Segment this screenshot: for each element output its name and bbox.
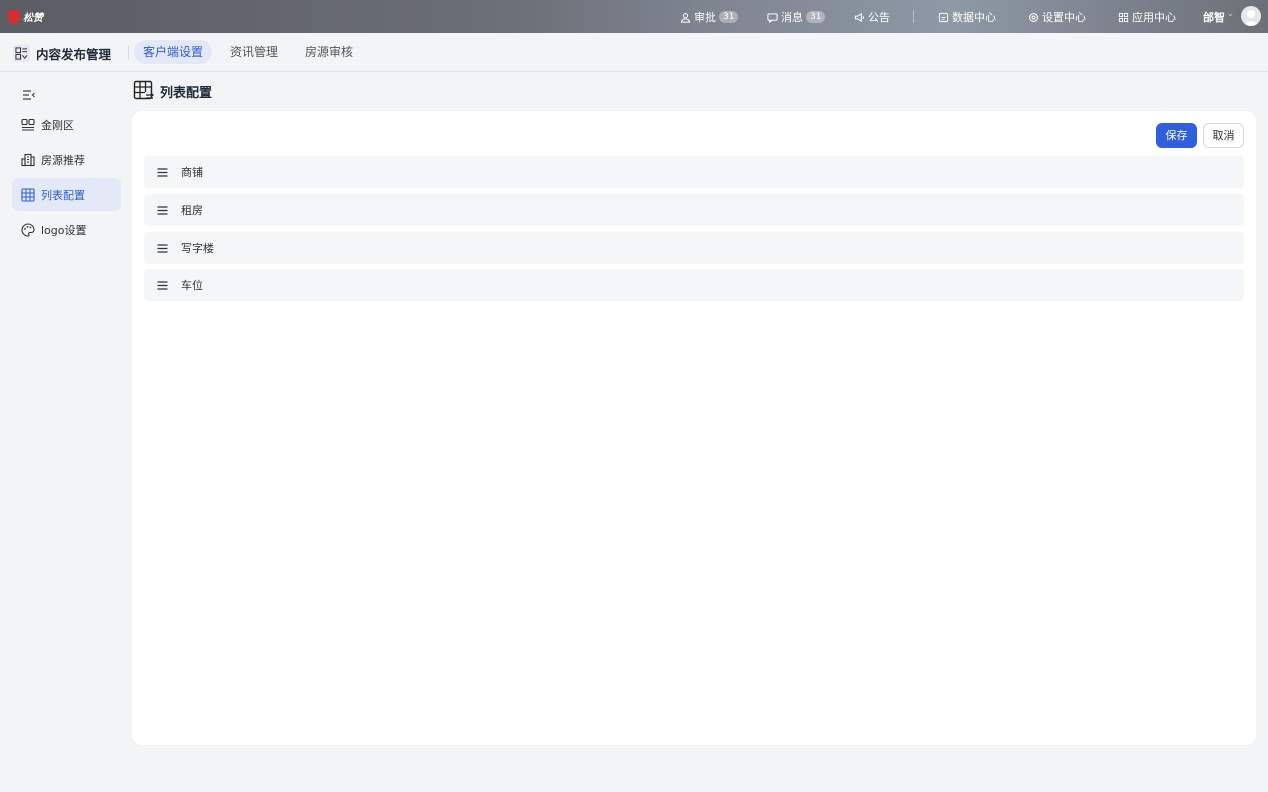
settings-center-button[interactable]: 设置中心 [1028,9,1086,25]
list-item[interactable]: 写字楼 [144,232,1244,264]
config-panel: 保存 取消 商铺 租房 写字楼 车位 [132,111,1256,745]
message-icon [767,12,778,23]
list-item[interactable]: 租房 [144,194,1244,226]
list-item[interactable]: 商铺 [144,156,1244,188]
app-center-label: 应用中心 [1132,11,1176,24]
list-item-label: 商铺 [181,166,203,179]
chevron-down-icon[interactable]: ⌄ [1227,9,1234,18]
data-center-label: 数据中心 [952,11,996,24]
announcement-label: 公告 [868,11,890,24]
avatar[interactable] [1241,6,1261,26]
table-settings-icon [133,80,155,100]
collapse-menu-icon[interactable] [22,88,36,102]
settings-center-label: 设置中心 [1042,11,1086,24]
list-item-label: 写字楼 [181,242,214,255]
brand-name: 松赞 [23,13,43,24]
gear-icon [1029,12,1038,22]
apps-icon [1118,12,1129,22]
sidebar-item-logo-settings[interactable]: logo设置 [12,213,121,246]
message-button[interactable]: 消息 31 [767,9,826,25]
top-bar: 松赞 审批 31 消息 31 公告 数据中心 设置中心 应用中心 邰智 ⌄ [0,0,1268,33]
drag-handle-icon[interactable] [157,167,168,178]
sidebar-item-kingkong[interactable]: 金刚区 [12,108,121,141]
data-center-button[interactable]: 数据中心 [938,9,996,25]
table-icon [21,187,35,202]
avatar-icon [1243,10,1259,26]
message-badge: 31 [806,11,826,23]
user-icon [680,12,691,23]
palette-icon [21,222,35,237]
drag-handle-icon[interactable] [157,205,168,216]
list-item-label: 车位 [181,279,203,292]
tab-client-settings[interactable]: 客户端设置 [134,40,213,64]
drag-handle-icon[interactable] [157,280,168,291]
message-label: 消息 [781,11,803,24]
sidebar-item-label: 房源推荐 [41,153,85,167]
sidebar-item-list-config[interactable]: 列表配置 [12,178,121,211]
sidebar-item-label: 金刚区 [41,118,74,132]
content-app-icon [13,45,30,62]
user-name[interactable]: 邰智 [1203,9,1225,25]
sidebar-item-label: 列表配置 [41,188,85,202]
megaphone-icon [854,12,864,22]
tab-listing-review[interactable]: 房源审核 [296,40,362,64]
sub-header: 内容发布管理 客户端设置 资讯管理 房源审核 [0,33,1268,72]
topbar-divider [913,10,914,23]
save-button[interactable]: 保存 [1156,123,1197,148]
list-item-label: 租房 [181,204,203,217]
approval-label: 审批 [694,11,716,24]
grid-icon [21,118,35,131]
announcement-button[interactable]: 公告 [854,9,890,25]
subheader-divider [128,46,129,60]
tab-news-management[interactable]: 资讯管理 [221,40,287,64]
data-icon [938,12,949,22]
app-center-button[interactable]: 应用中心 [1118,9,1176,25]
app-title-label: 内容发布管理 [36,47,112,62]
sidebar: 金刚区 房源推荐 列表配置 logo设置 [0,72,130,792]
cancel-button[interactable]: 取消 [1203,123,1244,148]
page-title: 列表配置 [133,80,212,102]
sidebar-item-label: logo设置 [41,223,87,237]
approval-button[interactable]: 审批 31 [680,9,739,25]
brand-logo[interactable]: 松赞 [8,9,43,24]
sidebar-item-recommend[interactable]: 房源推荐 [12,143,121,176]
approval-badge: 31 [719,11,739,23]
page-title-label: 列表配置 [160,85,213,101]
app-title: 内容发布管理 [13,44,111,63]
logo-icon [8,9,20,24]
drag-handle-icon[interactable] [157,243,168,254]
list-item[interactable]: 车位 [144,269,1244,301]
building-icon [21,153,35,166]
